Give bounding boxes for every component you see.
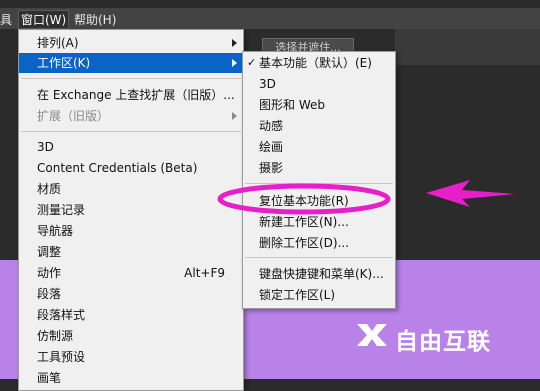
pointer-arrow-icon [426, 180, 515, 207]
menu-bar: 具 窗口(W) 帮助(H) [0, 8, 540, 29]
submenu-item-reset-essentials[interactable]: 复位基本功能(R) [243, 191, 395, 211]
menu-item-label: 锁定工作区(L) [259, 288, 336, 302]
menu-item-adjustments[interactable]: 调整 [19, 242, 243, 262]
menu-item-navigator[interactable]: 导航器 [19, 221, 243, 241]
menu-window[interactable]: 窗口(W) [17, 10, 70, 29]
menu-item-label: 绘画 [259, 140, 284, 154]
menu-item-label: 调整 [37, 245, 62, 259]
submenu-item-lock-workspace[interactable]: 锁定工作区(L) [243, 285, 395, 305]
menu-item-label: 导航器 [37, 224, 74, 238]
menu-item-label: Content Credentials (Beta) [37, 161, 198, 175]
menu-item-label: 键盘快捷键和菜单(K)... [259, 267, 384, 281]
menu-item-tool-presets[interactable]: 工具预设 [19, 347, 243, 367]
checkmark-icon: ✓ [247, 56, 257, 69]
menu-item-materials[interactable]: 材质 [19, 179, 243, 199]
menu-item-label: 材质 [37, 182, 62, 196]
menu-item-paragraph-styles[interactable]: 段落样式 [19, 305, 243, 325]
submenu-item-motion[interactable]: 动感 [243, 116, 395, 136]
submenu-arrow-icon [232, 39, 237, 47]
menu-item-label: 3D [259, 77, 276, 91]
menu-item-3d[interactable]: 3D [19, 137, 243, 157]
submenu-item-delete-workspace[interactable]: 删除工作区(D)... [243, 233, 395, 253]
submenu-item-essentials[interactable]: ✓ 基本功能（默认）(E) [243, 53, 395, 73]
menu-item-label: 段落样式 [37, 308, 86, 322]
menu-item-measurement-log[interactable]: 测量记录 [19, 200, 243, 220]
menu-item-label: 画笔 [37, 371, 62, 385]
menu-separator [21, 78, 241, 79]
menu-item-workspace[interactable]: 工作区(K) [19, 53, 243, 73]
menu-item-brushes[interactable]: 画笔 [19, 368, 243, 388]
options-bar [395, 29, 540, 65]
watermark-text: 自由互联 [395, 329, 491, 355]
menu-item-label: 测量记录 [37, 203, 86, 217]
menu-item-find-extensions[interactable]: 在 Exchange 上查找扩展（旧版）... [19, 85, 243, 105]
menu-item-extensions-legacy[interactable]: 扩展（旧版） [19, 106, 243, 126]
submenu-item-new-workspace[interactable]: 新建工作区(N)... [243, 212, 395, 232]
menu-image[interactable]: 具 [0, 11, 12, 28]
menu-item-content-credentials[interactable]: Content Credentials (Beta) [19, 158, 243, 178]
menu-item-label: 工作区(K) [37, 56, 91, 70]
menu-item-label: 段落 [37, 287, 62, 301]
menu-help[interactable]: 帮助(H) [74, 11, 116, 28]
menu-item-label: 新建工作区(N)... [259, 215, 349, 229]
menu-item-actions[interactable]: 动作 Alt+F9 [19, 263, 243, 283]
submenu-item-graphics-web[interactable]: 图形和 Web [243, 95, 395, 115]
menu-item-label: 删除工作区(D)... [259, 236, 350, 250]
menu-item-label: 工具预设 [37, 350, 86, 364]
menu-item-label: 动作 [37, 266, 62, 280]
menu-item-label: 排列(A) [37, 36, 79, 50]
submenu-item-3d[interactable]: 3D [243, 74, 395, 94]
submenu-item-keyboard-shortcuts[interactable]: 键盘快捷键和菜单(K)... [243, 264, 395, 284]
window-menu: 排列(A) 工作区(K) 在 Exchange 上查找扩展（旧版）... 扩展（… [18, 29, 244, 391]
menu-separator [21, 131, 241, 132]
menu-item-label: 3D [37, 140, 54, 154]
workspace-submenu: ✓ 基本功能（默认）(E) 3D 图形和 Web 动感 绘画 摄影 复位基本功能… [242, 51, 396, 309]
menu-item-label: 仿制源 [37, 329, 74, 343]
menu-item-label: 摄影 [259, 161, 284, 175]
menu-item-clone-source[interactable]: 仿制源 [19, 326, 243, 346]
menu-item-label: 在 Exchange 上查找扩展（旧版）... [37, 88, 235, 102]
submenu-item-photography[interactable]: 摄影 [243, 158, 395, 178]
watermark-logo-icon [357, 324, 387, 346]
menu-item-label: 基本功能（默认）(E) [259, 56, 372, 70]
submenu-arrow-icon [232, 112, 237, 120]
menu-item-label: 复位基本功能(R) [259, 194, 349, 208]
menu-separator [245, 257, 393, 258]
menu-item-shortcut: Alt+F9 [184, 266, 225, 280]
menu-item-label: 扩展（旧版） [37, 109, 110, 123]
submenu-arrow-icon [232, 59, 237, 67]
menu-item-label: 动感 [259, 119, 284, 133]
submenu-item-painting[interactable]: 绘画 [243, 137, 395, 157]
menu-item-paragraph[interactable]: 段落 [19, 284, 243, 304]
menu-item-arrange[interactable]: 排列(A) [19, 33, 243, 53]
menu-separator [245, 183, 393, 184]
menu-item-label: 图形和 Web [259, 98, 325, 112]
